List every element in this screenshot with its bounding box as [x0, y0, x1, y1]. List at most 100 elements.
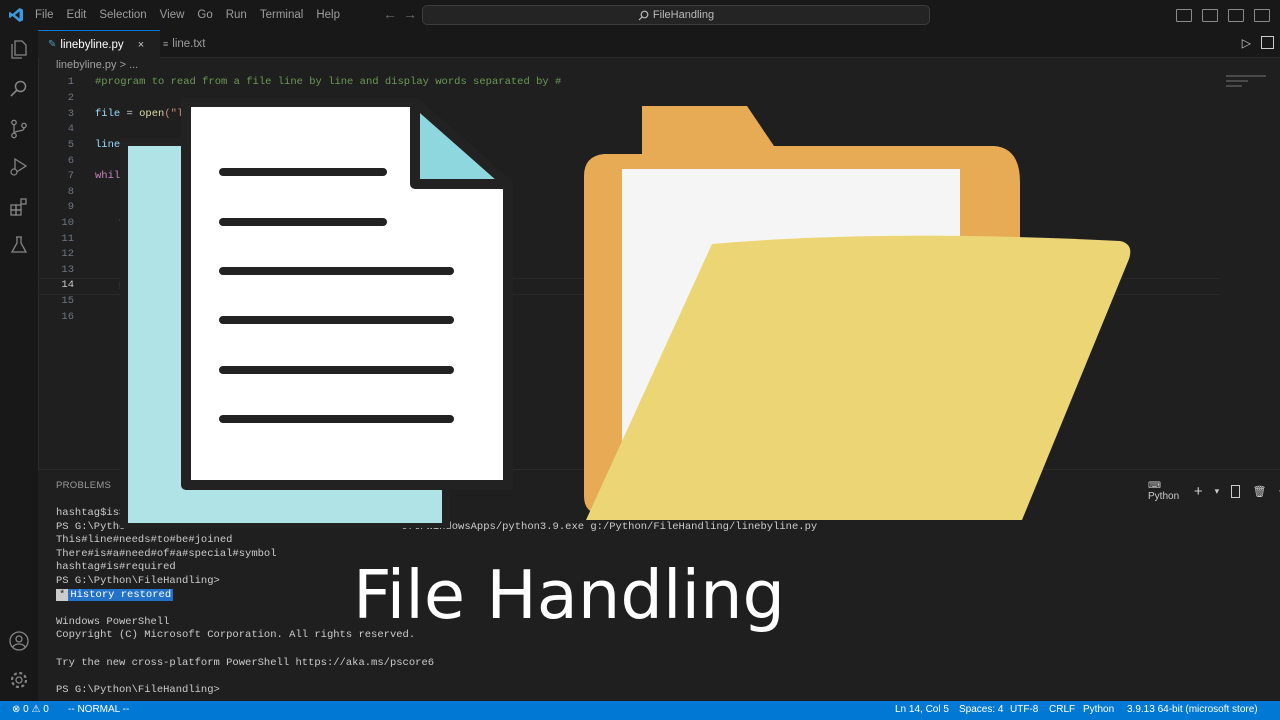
terminal-line: Try the new cross-platform PowerShell ht… [56, 656, 435, 669]
minimap-line [1226, 75, 1266, 77]
line-number: 4 [67, 123, 74, 135]
menu-selection[interactable]: Selection [99, 9, 146, 21]
toggle-panel-icon[interactable] [1202, 8, 1218, 22]
tab-label: line.txt [172, 37, 206, 50]
split-terminal-icon[interactable] [1231, 484, 1241, 498]
text-file-icon: ≡ [163, 38, 169, 49]
line-number: 1 [67, 76, 74, 88]
toggle-sidebar-icon[interactable] [1176, 8, 1192, 22]
editor-actions: ▷ [1242, 36, 1274, 50]
forward-arrow-icon[interactable]: → [403, 6, 423, 22]
python-interpreter[interactable]: 3.9.13 64-bit (microsoft store) [1127, 704, 1258, 715]
line-number: 8 [67, 186, 74, 198]
trash-icon[interactable]: 🗑 [1252, 485, 1266, 498]
line-number: 11 [61, 233, 74, 245]
chevron-down-icon[interactable]: ▾ [1215, 486, 1220, 497]
encoding[interactable]: UTF-8 [1010, 704, 1038, 715]
run-debug-icon[interactable] [8, 156, 30, 178]
nav-arrows: ←→ [383, 6, 423, 22]
warning-count: 0 [43, 704, 49, 715]
menu-edit[interactable]: Edit [67, 9, 87, 21]
toggle-secondary-sidebar-icon[interactable] [1228, 8, 1244, 22]
new-terminal-icon[interactable]: + [1194, 483, 1203, 500]
terminal-text: PS G:\Pytho [56, 520, 126, 533]
thumbnail-title: File Handling [353, 556, 786, 634]
code-line-5: line [95, 139, 121, 151]
tab-label: linebyline.py [60, 38, 124, 51]
minimap-line [1226, 80, 1248, 82]
terminal-shell-selector[interactable]: ⌨ Python [1148, 480, 1182, 502]
cursor-position[interactable]: Ln 14, Col 5 [895, 704, 949, 715]
line-number: 6 [67, 155, 74, 167]
menu-terminal[interactable]: Terminal [260, 9, 303, 21]
python-file-icon: ✎ [48, 39, 57, 50]
back-arrow-icon[interactable]: ← [383, 6, 403, 22]
explorer-icon[interactable] [8, 38, 30, 60]
search-icon[interactable] [8, 78, 30, 100]
menu-view[interactable]: View [160, 9, 185, 21]
end-of-line[interactable]: CRLF [1049, 704, 1075, 715]
line-number: 7 [67, 170, 74, 182]
vscode-logo-icon [9, 8, 23, 22]
code-line-1: #program to read from a file line by lin… [95, 76, 562, 88]
history-restored-label: History restored [68, 588, 174, 601]
title-bar: File Edit Selection View Go Run Terminal… [0, 0, 1280, 31]
indentation[interactable]: Spaces: 4 [959, 704, 1003, 715]
extensions-icon[interactable] [8, 196, 30, 218]
line-number: 9 [67, 201, 74, 213]
line-number: 15 [61, 295, 74, 307]
document-corner-fold [410, 98, 513, 189]
language-mode[interactable]: Python [1083, 704, 1114, 715]
menu-go[interactable]: Go [197, 9, 212, 21]
error-count: 0 [23, 704, 29, 715]
shell-label: Python [1148, 491, 1180, 502]
line-number: 10 [61, 217, 74, 229]
tab-linebyline-py[interactable]: ✎ linebyline.py × [38, 30, 160, 58]
line-number: 3 [67, 108, 74, 120]
minimap-line [1226, 85, 1242, 87]
menu-bar: File Edit Selection View Go Run Terminal… [35, 0, 353, 30]
menu-file[interactable]: File [35, 9, 54, 21]
folder-illustration [584, 106, 1131, 520]
testing-flask-icon[interactable] [8, 234, 30, 256]
status-bar: ⊗ 0 ⚠ 0 -- NORMAL -- Ln 14, Col 5 Spaces… [0, 701, 1280, 720]
settings-gear-icon[interactable] [8, 669, 30, 691]
layout-controls [1176, 0, 1280, 30]
split-editor-icon[interactable] [1261, 36, 1274, 49]
search-text: FileHandling [652, 9, 715, 21]
code-token: file [95, 108, 121, 120]
line-number: 5 [67, 139, 74, 151]
run-python-file-icon[interactable]: ▷ [1242, 36, 1251, 50]
source-control-icon[interactable] [8, 118, 30, 140]
minimap[interactable] [1226, 75, 1270, 97]
line-number: 13 [61, 264, 74, 276]
search-icon [638, 10, 649, 20]
history-marker: * [56, 588, 69, 601]
terminal-line: PS G:\Python\FileHandling> [56, 683, 220, 696]
warning-icon: ⚠ [31, 704, 41, 715]
problems-status[interactable]: ⊗ 0 ⚠ 0 [12, 704, 49, 715]
customize-layout-icon[interactable] [1254, 8, 1270, 22]
terminal-line: This#line#needs#to#be#joined [56, 534, 233, 547]
breadcrumb[interactable]: linebyline.py > ... [56, 59, 138, 71]
menu-help[interactable]: Help [316, 9, 340, 21]
menu-run[interactable]: Run [226, 9, 247, 21]
panel-actions: ⌨ Python + ▾ 🗑 ⋯ [1148, 480, 1280, 502]
tab-problems[interactable]: PROBLEMS [56, 480, 111, 491]
line-number: 12 [61, 248, 74, 260]
close-icon[interactable]: × [138, 39, 144, 51]
document-illustration [120, 98, 513, 528]
account-icon[interactable] [8, 630, 30, 652]
terminal-icon: ⌨ [1148, 480, 1161, 490]
line-number: 16 [61, 311, 74, 323]
vim-mode: -- NORMAL -- [68, 704, 130, 715]
line-number: 2 [67, 92, 74, 104]
command-center-search[interactable]: FileHandling [422, 5, 930, 25]
tab-line-txt[interactable]: ≡ line.txt [153, 30, 216, 57]
error-icon: ⊗ [12, 704, 21, 715]
editor-tabs: ✎ linebyline.py × ≡ line.txt ▷ [38, 30, 1280, 58]
activity-bar [0, 30, 39, 701]
line-number-current: 14 [61, 279, 74, 291]
